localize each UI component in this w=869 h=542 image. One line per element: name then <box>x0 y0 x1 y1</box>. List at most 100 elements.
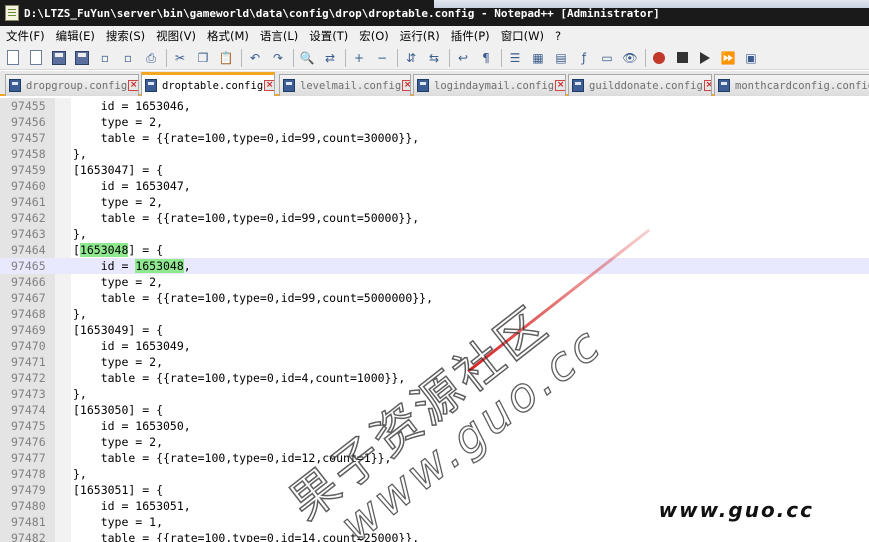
line-number: 97455 <box>11 99 46 113</box>
line-number: 97458 <box>11 147 46 161</box>
code-line[interactable]: 97461 type = 2, <box>0 194 869 210</box>
line-number: 97476 <box>11 435 46 449</box>
menu-item-9[interactable]: 插件(P) <box>445 28 495 44</box>
new-file-icon[interactable] <box>4 49 22 67</box>
menu-item-6[interactable]: 设置(T) <box>303 28 353 44</box>
document-icon <box>283 79 295 92</box>
line-number: 97470 <box>11 339 46 353</box>
tab-droptable-config[interactable]: droptable.config × <box>141 72 275 96</box>
save-icon[interactable] <box>50 49 68 67</box>
tab-guilddonate-config[interactable]: guilddonate.config× <box>568 74 712 96</box>
redo-icon[interactable]: ↷ <box>269 49 287 67</box>
line-text: type = 2, <box>73 435 164 449</box>
monitor-icon[interactable]: 👁 <box>621 49 639 67</box>
tab-close-icon[interactable]: × <box>555 80 565 91</box>
tab-logindaymail-config[interactable]: logindaymail.config × <box>413 74 566 96</box>
document-icon <box>9 79 21 92</box>
menu-item-1[interactable]: 编辑(E) <box>50 28 100 44</box>
record-macro-icon[interactable] <box>650 49 668 67</box>
code-line[interactable]: 97465 id = 1653048, <box>0 258 869 274</box>
doc-map-icon[interactable]: ▤ <box>552 49 570 67</box>
menu-item-11[interactable]: ? <box>549 29 566 43</box>
code-line[interactable]: 97458}, <box>0 146 869 162</box>
function-list-icon[interactable]: ƒ <box>575 49 593 67</box>
zoom-out-icon[interactable]: − <box>373 49 391 67</box>
line-number: 97461 <box>11 195 46 209</box>
tab-close-icon[interactable]: × <box>703 80 711 91</box>
cut-icon[interactable]: ✂ <box>171 49 189 67</box>
close-icon[interactable]: ▫ <box>96 49 114 67</box>
line-text: type = 1, <box>73 515 164 529</box>
udl-icon[interactable]: ▦ <box>529 49 547 67</box>
run-macro-multiple-icon[interactable]: ⏩ <box>719 49 737 67</box>
menu-item-5[interactable]: 语言(L) <box>254 28 303 44</box>
tab-close-icon[interactable]: × <box>402 80 410 91</box>
menu-item-10[interactable]: 窗口(W) <box>495 28 549 44</box>
undo-icon[interactable]: ↶ <box>246 49 264 67</box>
tab-monthcardconfig-config[interactable]: monthcardconfig.config× <box>714 74 869 96</box>
document-icon <box>718 79 730 92</box>
line-number: 97467 <box>11 291 46 305</box>
line-number: 97481 <box>11 515 46 529</box>
line-text: table = {{rate=100,type=0,id=99,count=30… <box>73 131 420 145</box>
word-wrap-icon[interactable]: ↩ <box>454 49 472 67</box>
code-line[interactable]: 97457 table = {{rate=100,type=0,id=99,co… <box>0 130 869 146</box>
line-text: }, <box>73 227 87 241</box>
menu-item-7[interactable]: 宏(O) <box>353 28 394 44</box>
line-number: 97473 <box>11 387 46 401</box>
code-line[interactable]: 97463}, <box>0 226 869 242</box>
tab-levelmail-config[interactable]: levelmail.config × <box>279 74 411 96</box>
open-file-icon[interactable] <box>27 49 45 67</box>
stop-macro-icon[interactable] <box>673 49 691 67</box>
watermark-corner: www.guo.cc <box>658 498 814 522</box>
line-text: type = 2, <box>73 195 164 209</box>
code-line[interactable]: 97460 id = 1653047, <box>0 178 869 194</box>
line-text: type = 2, <box>73 355 164 369</box>
line-text: id = 1653050, <box>73 419 191 433</box>
line-text: }, <box>73 307 87 321</box>
replace-icon[interactable]: ⇄ <box>321 49 339 67</box>
code-line[interactable]: 97466 type = 2, <box>0 274 869 290</box>
menu-item-2[interactable]: 搜索(S) <box>100 28 150 44</box>
save-all-icon[interactable] <box>73 49 91 67</box>
close-all-icon[interactable]: ▫ <box>119 49 137 67</box>
tab-label: dropgroup.config <box>26 79 128 92</box>
print-icon[interactable]: ⎙ <box>142 49 160 67</box>
editor[interactable]: 97455 id = 1653046, 97456 type = 2, 97457 … <box>0 98 869 542</box>
tab-dropgroup-config[interactable]: dropgroup.config × <box>5 74 139 96</box>
code-line[interactable]: 97459 [1653047] = { <box>0 162 869 178</box>
sync-v-icon[interactable]: ⇵ <box>402 49 420 67</box>
line-text: [1653048] = { <box>73 243 164 257</box>
play-macro-icon[interactable] <box>696 49 714 67</box>
menu-item-0[interactable]: 文件(F) <box>0 28 50 44</box>
tab-close-icon[interactable]: × <box>128 80 138 91</box>
toolbar-separator <box>449 48 450 67</box>
menu-item-3[interactable]: 视图(V) <box>150 28 201 44</box>
line-text: [1653050] = { <box>73 403 164 417</box>
code-line[interactable]: 97455 id = 1653046, <box>0 98 869 114</box>
code-line[interactable]: 97469 [1653049] = { <box>0 322 869 338</box>
line-number: 97463 <box>11 227 46 241</box>
line-number: 97469 <box>11 323 46 337</box>
folder-workspace-icon[interactable]: ▭ <box>598 49 616 67</box>
code-line[interactable]: 97482 table = {{rate=100,type=0,id=14,co… <box>0 530 869 542</box>
paste-icon[interactable]: 📋 <box>217 49 235 67</box>
code-line[interactable]: 97468}, <box>0 306 869 322</box>
zoom-in-icon[interactable]: + <box>350 49 368 67</box>
sync-h-icon[interactable]: ⇆ <box>425 49 443 67</box>
menu-item-4[interactable]: 格式(M) <box>201 28 254 44</box>
line-text: [1653047] = { <box>73 163 164 177</box>
code-line[interactable]: 97456 type = 2, <box>0 114 869 130</box>
menu-item-8[interactable]: 运行(R) <box>394 28 445 44</box>
line-text: id = 1653049, <box>73 339 191 353</box>
toolbar-separator <box>645 48 646 67</box>
show-all-chars-icon[interactable]: ¶ <box>477 49 495 67</box>
tab-close-icon[interactable]: × <box>264 80 274 91</box>
code-line[interactable]: 97467 table = {{rate=100,type=0,id=99,co… <box>0 290 869 306</box>
copy-icon[interactable]: ❐ <box>194 49 212 67</box>
save-macro-icon[interactable]: ▣ <box>742 49 760 67</box>
code-line[interactable]: 97462 table = {{rate=100,type=0,id=99,co… <box>0 210 869 226</box>
indent-guide-icon[interactable]: ☰ <box>506 49 524 67</box>
find-icon[interactable]: 🔍 <box>298 49 316 67</box>
code-line[interactable]: 97464 [1653048] = { <box>0 242 869 258</box>
